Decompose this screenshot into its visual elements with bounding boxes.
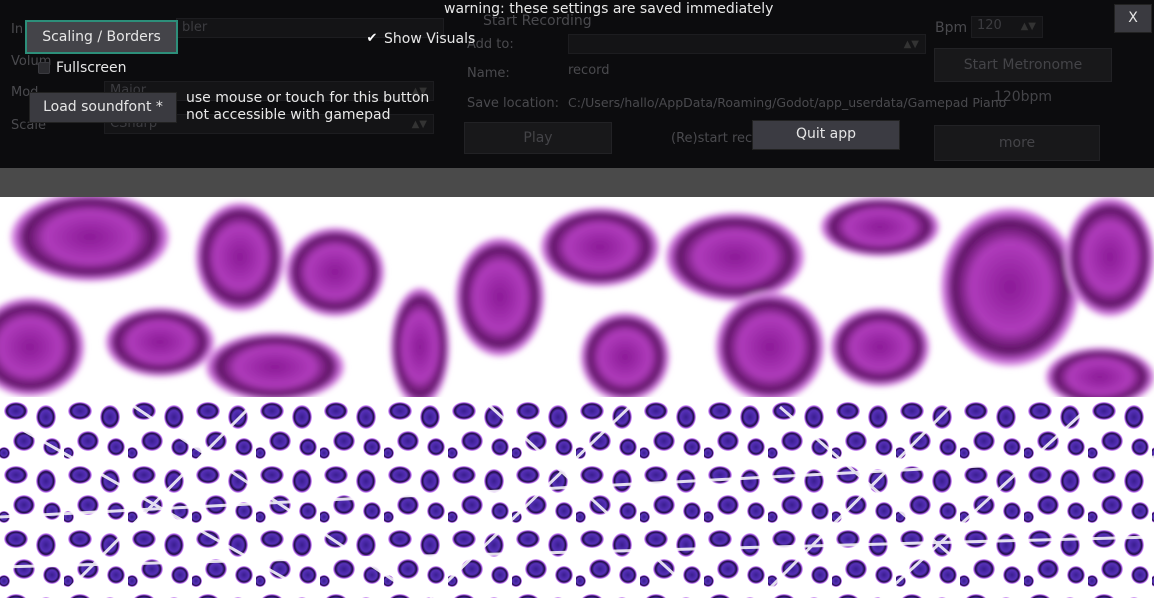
- chevron-updown-icon: ▲▼: [1020, 21, 1036, 32]
- show-visuals-label: Show Visuals: [384, 31, 476, 47]
- instrument-label: In: [11, 22, 24, 37]
- metronome-button: Start Metronome 120bpm: [934, 48, 1112, 105]
- chevron-updown-icon: ▲▼: [903, 39, 919, 50]
- play-button: Play: [464, 122, 612, 154]
- visualizer-bottom: [0, 397, 1154, 598]
- show-visuals-checkbox[interactable]: ✔: [366, 31, 378, 46]
- instrument-value: bler: [182, 20, 208, 35]
- soundfont-note-line2: not accessible with gamepad: [186, 107, 391, 123]
- quit-app-button[interactable]: Quit app: [752, 120, 900, 150]
- load-soundfont-label: Load soundfont *: [43, 99, 163, 115]
- more-button: more: [934, 125, 1100, 161]
- visualizer-top: [0, 197, 1154, 397]
- close-button[interactable]: X: [1114, 4, 1152, 33]
- save-location-value: C:/Users/hallo/AppData/Roaming/Godot/app…: [568, 95, 1007, 110]
- visualizer-top-pattern: [0, 197, 1154, 397]
- name-input: record: [568, 63, 610, 78]
- warning-text: warning: these settings are saved immedi…: [444, 1, 774, 17]
- visualizer-bottom-pattern: [0, 397, 1154, 598]
- chevron-updown-icon: ▲▼: [411, 119, 427, 130]
- play-label: Play: [523, 130, 553, 146]
- separator-band: [0, 168, 1154, 197]
- more-label: more: [998, 135, 1036, 151]
- scaling-borders-label: Scaling / Borders: [42, 29, 161, 45]
- bpm-label: Bpm: [935, 20, 968, 36]
- quit-app-label: Quit app: [795, 126, 857, 142]
- fullscreen-checkbox[interactable]: [38, 62, 50, 74]
- add-to-select: ▲▼: [568, 34, 926, 54]
- name-label: Name:: [467, 66, 510, 81]
- soundfont-note-line1: use mouse or touch for this button: [186, 90, 430, 106]
- fullscreen-label: Fullscreen: [56, 60, 127, 76]
- close-icon: X: [1128, 10, 1138, 26]
- checkmark-icon: ✔: [366, 31, 378, 46]
- restart-record-label: (Re)start reco: [671, 131, 761, 146]
- bpm-value: 120: [977, 18, 1002, 33]
- load-soundfont-button[interactable]: Load soundfont *: [29, 92, 177, 123]
- bpm-spinbox: 120 ▲▼: [971, 16, 1043, 38]
- scaling-borders-button[interactable]: Scaling / Borders: [25, 20, 178, 54]
- save-location-label: Save location:: [467, 96, 560, 111]
